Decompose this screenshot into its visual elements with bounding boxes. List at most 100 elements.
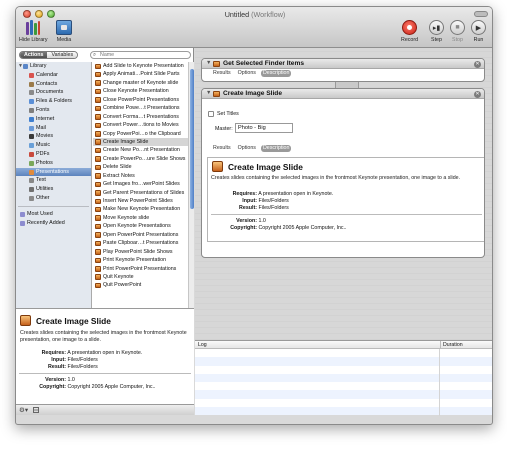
- action-header[interactable]: ▼ Get Selected Finder Items ✕: [202, 59, 484, 69]
- tab-results[interactable]: Results: [211, 70, 233, 77]
- action-list-item[interactable]: Print Keynote Presentation: [93, 256, 188, 264]
- run-label: Run: [473, 37, 484, 43]
- search-input[interactable]: [100, 52, 188, 58]
- category-item[interactable]: ▼ Library: [16, 62, 91, 71]
- category-item[interactable]: Text: [16, 176, 91, 185]
- run-button[interactable]: ▶ Run: [471, 20, 486, 43]
- category-item[interactable]: Internet: [16, 115, 91, 124]
- action-list-item[interactable]: Create PowerPo…ure Slide Shows: [93, 155, 188, 163]
- requires-row: Requires: A presentation open in Keynote…: [211, 191, 334, 197]
- log-pane: Log Duration: [195, 340, 492, 416]
- library-description-pane: Create Image Slide Creates slides contai…: [16, 308, 194, 404]
- action-list-item[interactable]: Insert New PowerPoint Slides: [93, 197, 188, 205]
- category-item[interactable]: Calendar: [16, 71, 91, 80]
- action-list-item[interactable]: Delete Slide: [93, 163, 188, 171]
- action-list-item[interactable]: Add Slide to Keynote Presentation: [93, 62, 188, 70]
- input-value: Files/Folders: [67, 357, 98, 363]
- workflow-area[interactable]: ▼ Get Selected Finder Items ✕ Results Op…: [195, 48, 492, 340]
- tab-actions[interactable]: Actions: [20, 52, 48, 58]
- category-item[interactable]: PDFs: [16, 150, 91, 159]
- duration-column-header[interactable]: Duration: [440, 341, 463, 349]
- smart-group-item[interactable]: Most Used: [16, 210, 91, 219]
- record-button[interactable]: Record: [401, 20, 418, 43]
- category-item[interactable]: Mail: [16, 124, 91, 133]
- action-list-item[interactable]: Convert Forma…t Presentations: [93, 113, 188, 121]
- tab-variables[interactable]: Variables: [47, 52, 78, 58]
- action-list-item[interactable]: Copy PowerPoi…o the Clipboard: [93, 130, 188, 138]
- close-icon[interactable]: ✕: [474, 60, 481, 68]
- action-list-item[interactable]: Make New Keynote Presentation: [93, 205, 188, 213]
- action-list-item[interactable]: Open PowerPoint Presentations: [93, 231, 188, 239]
- action-list-scrollbar[interactable]: [188, 62, 194, 308]
- action-list-item[interactable]: Quit Keynote: [93, 273, 188, 281]
- scrollbar-thumb[interactable]: [190, 69, 194, 209]
- automator-window: Untitled (Workflow) Hide Library Media R…: [15, 6, 493, 425]
- action-list-item[interactable]: Create Image Slide: [93, 137, 188, 147]
- master-field[interactable]: Photo - Big: [235, 123, 293, 133]
- category-item[interactable]: Files & Folders: [16, 97, 91, 106]
- category-icon: [29, 99, 34, 105]
- result-label: Result:: [48, 364, 66, 370]
- smart-group-label: Most Used: [27, 210, 53, 217]
- disclosure-triangle-icon[interactable]: ▼: [206, 90, 211, 96]
- presentation-action-icon: [95, 97, 101, 103]
- presentation-action-icon: [95, 232, 101, 238]
- window-subtitle: (Workflow): [251, 10, 286, 19]
- stop-button[interactable]: ■ Stop: [450, 20, 465, 43]
- action-list-item[interactable]: Move Keynote slide: [93, 214, 188, 222]
- action-create-image-slide[interactable]: ▼ Create Image Slide ✕ Set Titles Master…: [201, 88, 485, 258]
- action-list-item[interactable]: Quit PowerPoint: [93, 281, 188, 289]
- action-list-item[interactable]: Open Keynote Presentations: [93, 222, 188, 230]
- action-list-item[interactable]: Print PowerPoint Presentations: [93, 265, 188, 273]
- smart-group-item[interactable]: Recently Added: [16, 219, 91, 228]
- tab-results[interactable]: Results: [211, 145, 233, 152]
- search-field[interactable]: ⌕: [90, 51, 191, 59]
- action-header[interactable]: ▼ Create Image Slide ✕: [202, 89, 484, 99]
- hide-library-button[interactable]: Hide Library: [19, 20, 48, 43]
- log-column-header[interactable]: Log: [198, 341, 207, 349]
- close-icon[interactable]: ✕: [474, 90, 481, 98]
- action-list-item[interactable]: Convert Power…tions to Movies: [93, 121, 188, 129]
- smart-folder-icon: [20, 220, 25, 226]
- toolbar-toggle-button[interactable]: [474, 11, 488, 17]
- requires-label: Requires:: [41, 350, 66, 356]
- media-button[interactable]: Media: [56, 20, 72, 43]
- category-item[interactable]: Other: [16, 194, 91, 203]
- tab-description[interactable]: Description: [260, 145, 292, 152]
- tab-options[interactable]: Options: [236, 145, 258, 152]
- action-list-item[interactable]: Play PowerPoint Slide Shows: [93, 248, 188, 256]
- gear-icon[interactable]: ⚙▾: [19, 406, 28, 414]
- copyright-label: Copyright:: [39, 384, 66, 390]
- action-list-item[interactable]: Combine Powe…t Presentations: [93, 104, 188, 112]
- library-icon: [26, 20, 41, 35]
- action-list-item[interactable]: Get Images fro…werPoint Slides: [93, 180, 188, 188]
- library-bottom-bar: ⚙▾ ▭: [16, 404, 194, 415]
- category-item[interactable]: Fonts: [16, 106, 91, 115]
- action-list-item[interactable]: Close Keynote Presentation: [93, 87, 188, 95]
- action-list-item[interactable]: Apply Animati…Point Slide Parts: [93, 70, 188, 78]
- action-list-item[interactable]: Paste Clipboar…t Presentations: [93, 239, 188, 247]
- action-list-item[interactable]: Change master of Keynote slide: [93, 79, 188, 87]
- step-button[interactable]: ▸▮ Step: [429, 20, 444, 43]
- action-list-item[interactable]: Create New Po…nt Presentation: [93, 146, 188, 154]
- category-item[interactable]: Contacts: [16, 80, 91, 89]
- category-item[interactable]: Music: [16, 141, 91, 150]
- set-titles-checkbox[interactable]: [208, 111, 214, 117]
- category-item[interactable]: Presentations: [16, 167, 91, 177]
- category-label: Documents: [36, 89, 64, 96]
- category-item[interactable]: Documents: [16, 88, 91, 97]
- action-list-item[interactable]: Get Parent Presentations of Slides: [93, 189, 188, 197]
- action-list-item[interactable]: Close PowerPoint Presentations: [93, 96, 188, 104]
- input-row: Input: Files/Folders: [211, 198, 289, 204]
- action-get-selected-finder-items[interactable]: ▼ Get Selected Finder Items ✕ Results Op…: [201, 58, 485, 82]
- stop-label: Stop: [452, 37, 463, 43]
- show-description-icon[interactable]: ▭: [33, 407, 39, 413]
- tab-description[interactable]: Description: [260, 70, 292, 77]
- category-item[interactable]: Movies: [16, 132, 91, 141]
- disclosure-triangle-icon[interactable]: ▼: [206, 60, 211, 66]
- category-item[interactable]: Utilities: [16, 185, 91, 194]
- tab-options[interactable]: Options: [236, 70, 258, 77]
- presentation-action-icon: [95, 282, 101, 289]
- action-list-item[interactable]: Extract Notes: [93, 172, 188, 180]
- category-item[interactable]: Photos: [16, 159, 91, 168]
